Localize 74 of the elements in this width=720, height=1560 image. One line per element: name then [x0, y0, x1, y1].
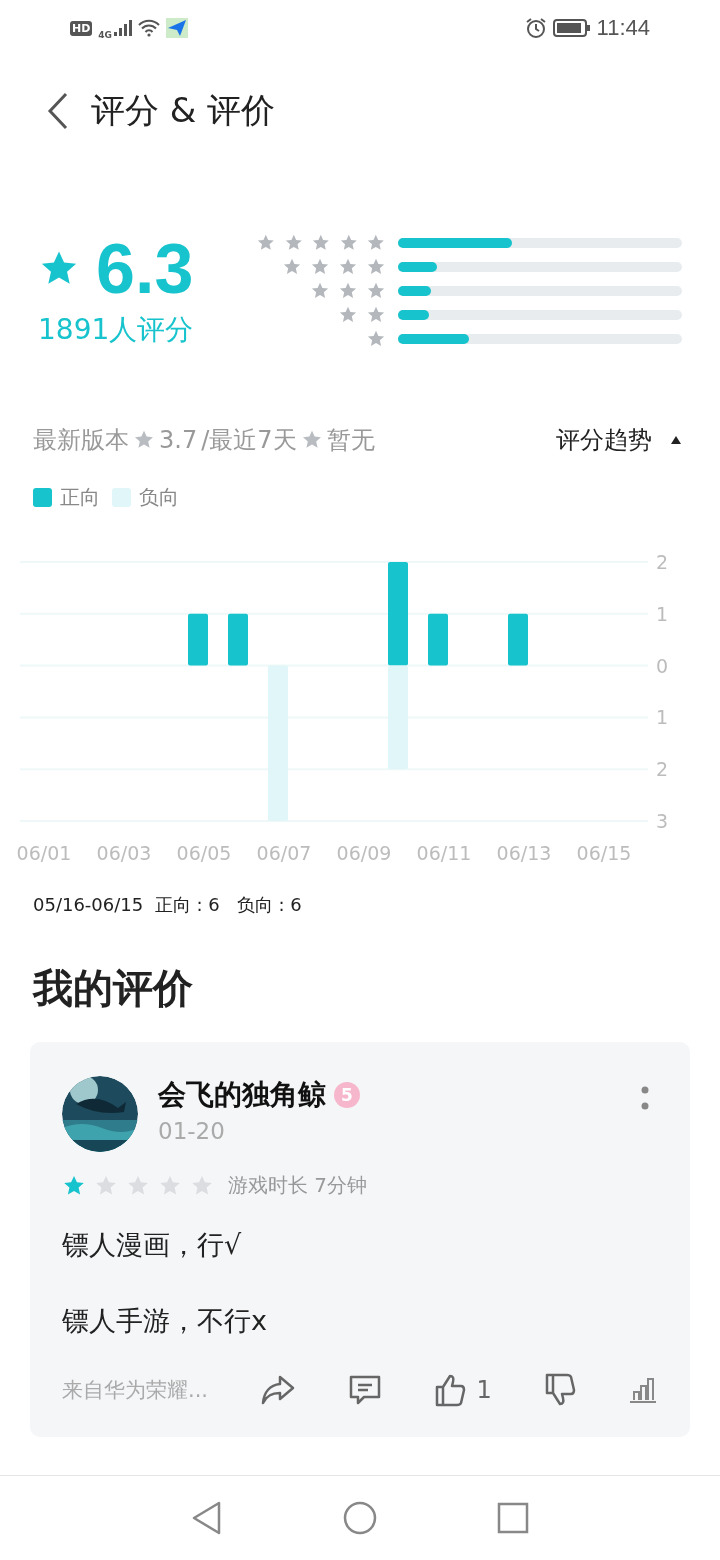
- review-date: 01-20: [158, 1118, 226, 1144]
- star-icon: [366, 281, 386, 301]
- legend-label: 负向: [139, 484, 179, 511]
- star-icon: [366, 233, 386, 253]
- axis-tick-label: 06/13: [496, 842, 552, 864]
- level-badge: 5: [334, 1082, 360, 1108]
- bar-chart-icon[interactable]: [627, 1376, 658, 1404]
- star-icon: [338, 257, 358, 277]
- axis-tick-label: 1: [656, 706, 669, 729]
- period-summary: 05/16-06/15 正向 : 6 负向 : 6: [32, 893, 303, 917]
- playtime: 游戏时长 7分钟: [228, 1172, 368, 1199]
- back-nav-icon[interactable]: [191, 1501, 223, 1535]
- axis-tick-label: 3: [656, 810, 669, 832]
- paper-plane-icon: [166, 18, 188, 38]
- device-label: 来自华为荣耀...: [62, 1377, 209, 1404]
- thumbs-down-icon[interactable]: [543, 1373, 576, 1407]
- network-type: 4G: [98, 30, 112, 40]
- battery-icon: [552, 19, 591, 37]
- section-heading: 我的评价: [31, 964, 194, 1013]
- axis-tick-label: 06/15: [576, 842, 632, 864]
- share-icon[interactable]: [260, 1374, 297, 1406]
- star-icon: [310, 281, 330, 301]
- star-icon: [300, 429, 323, 451]
- version-label: 最新版本: [33, 425, 129, 456]
- rating-trend-button[interactable]: 评分趋势: [556, 424, 682, 456]
- comment-icon[interactable]: [348, 1374, 383, 1406]
- star-icon: [310, 257, 330, 277]
- more-icon[interactable]: [640, 1086, 650, 1112]
- recent-score: 暂无: [326, 425, 375, 456]
- review-text: 镖人手游，不行x: [62, 1304, 268, 1338]
- axis-tick-label: 06/01: [16, 842, 72, 864]
- axis-tick-label: 06/11: [416, 842, 472, 864]
- axis-tick-label: 06/07: [256, 842, 312, 864]
- axis-tick-label: 0: [656, 654, 669, 677]
- star-icon: [366, 257, 386, 277]
- wifi-icon: [138, 19, 160, 37]
- back-icon[interactable]: [47, 92, 69, 130]
- signal-icon: [114, 20, 132, 36]
- review-text: 镖人漫画，行√: [62, 1228, 243, 1262]
- star-icon: [366, 329, 386, 349]
- axis-tick-label: 2: [656, 758, 669, 781]
- home-nav-icon[interactable]: [343, 1501, 377, 1535]
- star-icon: [283, 233, 304, 253]
- star-icon: [256, 233, 276, 253]
- axis-tick-label: 06/09: [336, 842, 392, 864]
- chart-bar: [428, 613, 448, 666]
- caret-icon: [670, 435, 682, 445]
- star-icon: [338, 233, 359, 253]
- axis-tick-label: 1: [656, 602, 669, 625]
- recents-nav-icon[interactable]: [497, 1502, 529, 1534]
- axis-tick-label: 06/05: [176, 842, 232, 864]
- recent-label: /最近7天: [201, 425, 297, 456]
- star-icon: [133, 429, 155, 451]
- star-icon: [311, 233, 331, 253]
- star-icon: [282, 257, 302, 277]
- legend-label: 正向: [60, 484, 100, 511]
- user-name: 会飞的独角鲸: [158, 1077, 326, 1113]
- axis-tick-label: 06/03: [96, 842, 152, 864]
- alarm-icon: [524, 17, 547, 39]
- rating-count: 1891人评分: [38, 312, 194, 348]
- like-button[interactable]: 1: [434, 1373, 492, 1407]
- hd-indicator: HD: [70, 20, 93, 36]
- chart-bar: [228, 613, 248, 666]
- page-title: 评分 & 评价: [91, 89, 276, 132]
- thumbs-up-icon: [434, 1373, 467, 1407]
- chart-bar: [188, 613, 208, 666]
- chart-bar: [508, 613, 528, 666]
- average-score: 6.3: [96, 231, 194, 307]
- star-icon: [338, 305, 358, 325]
- star-icon: [366, 305, 386, 325]
- axis-tick-label: 2: [656, 551, 669, 573]
- clock-time: 11:44: [596, 15, 650, 41]
- star-icon: [338, 281, 358, 301]
- version-score: 3.7: [159, 426, 198, 454]
